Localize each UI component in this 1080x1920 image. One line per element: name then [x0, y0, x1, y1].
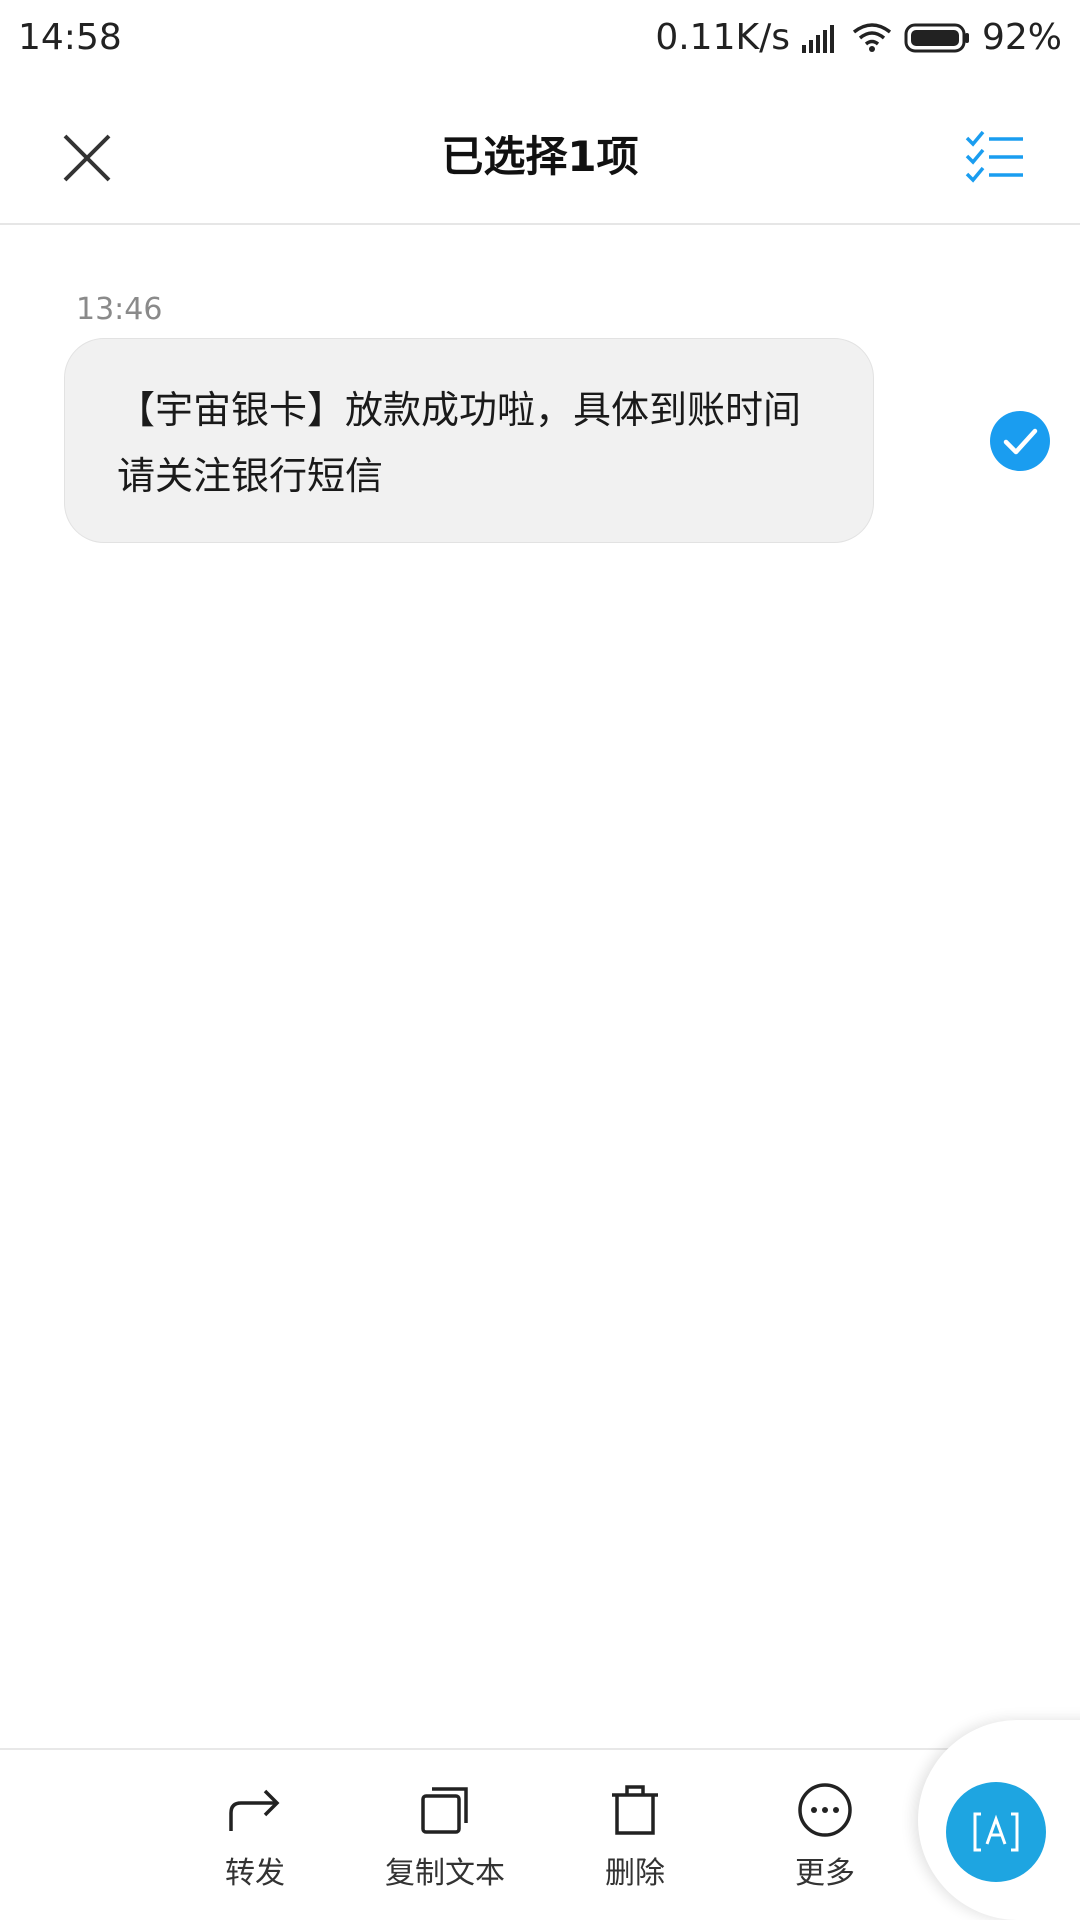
delete-label: 删除	[605, 1856, 665, 1891]
more-icon	[798, 1783, 852, 1837]
copy-icon	[421, 1787, 468, 1834]
forward-label: 转发	[225, 1856, 285, 1891]
status-right: 0.11K/s 92%	[655, 17, 1062, 58]
delete-button[interactable]: 删除	[560, 1780, 710, 1892]
page-title: 已选择1项	[441, 132, 639, 181]
copy-text-label: 复制文本	[385, 1856, 505, 1891]
network-speed: 0.11K/s	[655, 17, 790, 58]
forward-button[interactable]: 转发	[180, 1780, 330, 1892]
selected-check-icon[interactable]	[990, 411, 1050, 471]
translate-icon	[973, 1812, 1019, 1852]
copy-text-button[interactable]: 复制文本	[370, 1780, 520, 1892]
status-bar: 14:58 0.11K/s 92%	[0, 0, 1080, 75]
select-all-button[interactable]	[960, 123, 1030, 193]
selection-header: 已选择1项	[0, 75, 1080, 225]
more-label: 更多	[795, 1856, 855, 1891]
signal-icon	[801, 23, 840, 53]
wifi-icon	[852, 22, 892, 53]
checklist-icon	[965, 130, 1023, 183]
status-time: 14:58	[18, 17, 122, 58]
battery-percent: 92%	[981, 17, 1062, 58]
more-button[interactable]: 更多	[750, 1780, 900, 1892]
message-time: 13:46	[76, 292, 163, 327]
message-bubble[interactable]: 【宇宙银卡】放款成功啦，具体到账时间请关注银行短信	[64, 338, 874, 543]
screen: 14:58 0.11K/s 92% 已选择1项 13:46 【宇宙银卡】放款成功…	[0, 0, 1080, 1920]
battery-icon	[904, 22, 970, 54]
translate-button[interactable]	[946, 1782, 1046, 1882]
forward-icon	[229, 1789, 280, 1831]
trash-icon	[612, 1785, 658, 1835]
